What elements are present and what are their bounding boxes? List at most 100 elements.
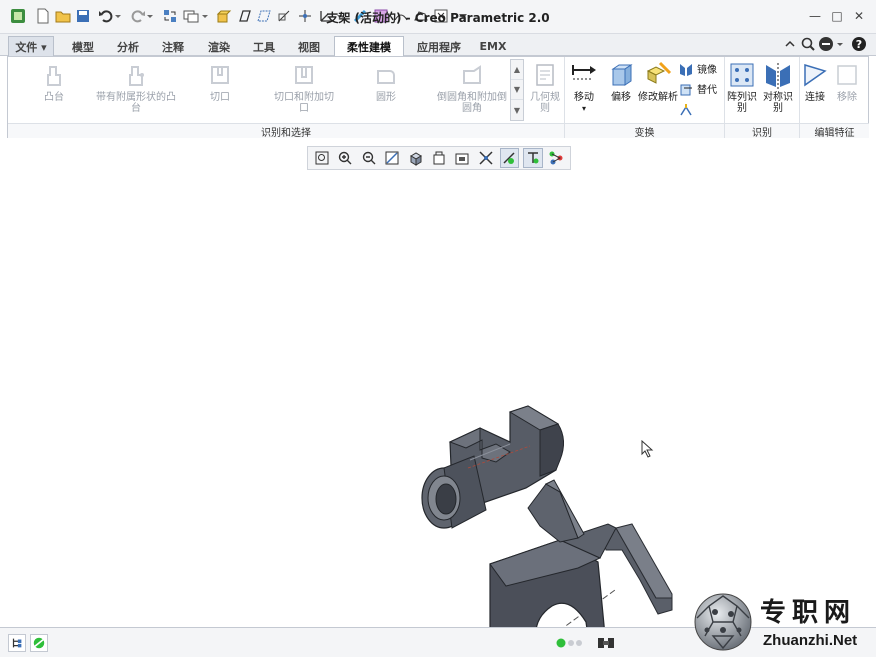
- gallery-scroll-up-icon[interactable]: ▲: [511, 60, 523, 80]
- mirror-button[interactable]: 镜像: [678, 62, 722, 78]
- annotation-display-icon[interactable]: [523, 148, 543, 168]
- attach-button[interactable]: 连接: [798, 61, 832, 103]
- search-icon[interactable]: [800, 36, 816, 52]
- boss-label: 凸台: [44, 92, 64, 103]
- bracket-3d-model[interactable]: [410, 400, 690, 657]
- chamfer-round-label: 倒圆角和附加倒圆角: [437, 92, 507, 114]
- ribbon-tab-strip: 文件 ▾ 模型 分析 注释 渲染 工具 视图 柔性建模 应用程序 EMX ?: [0, 34, 876, 57]
- display-style-icon[interactable]: [406, 148, 425, 168]
- pattern-recognition-button[interactable]: 阵列识别: [724, 61, 760, 114]
- tab-flexible-modeling[interactable]: 柔性建模: [334, 36, 404, 57]
- watermark-globe-logo: [694, 593, 752, 651]
- attach-label: 连接: [805, 92, 825, 103]
- tab-applications[interactable]: 应用程序: [406, 36, 472, 56]
- tab-file[interactable]: 文件 ▾: [8, 36, 54, 56]
- maximize-button[interactable]: □: [828, 8, 846, 24]
- mouse-cursor-icon: [641, 440, 654, 458]
- symmetry-recognition-button[interactable]: 对称识别: [760, 61, 796, 114]
- chamfer-round-icon: [463, 65, 481, 84]
- move-icon: [572, 65, 596, 80]
- mirror-icon: [680, 64, 692, 76]
- graphics-area[interactable]: [0, 172, 876, 653]
- tab-render[interactable]: 渲染: [196, 36, 242, 56]
- tab-model[interactable]: 模型: [60, 36, 106, 56]
- view-manager-icon[interactable]: [453, 148, 472, 168]
- refit-icon[interactable]: [312, 148, 331, 168]
- cut-icon: [211, 66, 229, 84]
- model-tree-toggle-icon[interactable]: [8, 634, 26, 652]
- edit-round-icon: [680, 104, 692, 116]
- spin-center-icon[interactable]: [499, 148, 520, 168]
- modify-analytic-button[interactable]: 修改解析: [638, 61, 678, 103]
- watermark-chinese-text: 专职网: [760, 598, 857, 628]
- offset-label: 偏移: [611, 92, 631, 103]
- boss-round-icon: [129, 66, 144, 86]
- symmetry-recognition-label: 对称识别: [763, 92, 793, 114]
- gallery-expand-icon[interactable]: ▼: [511, 100, 523, 120]
- help-icon[interactable]: ?: [851, 36, 867, 52]
- edit-feature-group-label: 编辑特征: [800, 123, 869, 139]
- move-label: 移动: [574, 92, 594, 103]
- cut-and-attached-cut-button[interactable]: 切口和附加切口: [272, 61, 336, 114]
- regeneration-status-icon: [555, 636, 585, 650]
- edit-round-button[interactable]: [678, 102, 698, 118]
- saved-orientations-icon[interactable]: [429, 148, 448, 168]
- title-bar: 支架 (活动的) - Creo Parametric 2.0 — □ ✕: [0, 0, 876, 34]
- modify-analytic-label: 修改解析: [638, 92, 678, 103]
- move-dropdown-icon[interactable]: ▾: [582, 103, 586, 114]
- round-button[interactable]: 圆形: [360, 61, 412, 103]
- offset-icon: [611, 64, 633, 86]
- move-button[interactable]: 移动 ▾: [566, 61, 602, 114]
- shape-gallery-scroller[interactable]: ▲ ▼ ▼: [510, 59, 524, 121]
- repaint-icon[interactable]: [382, 148, 401, 168]
- ribbon-panel: 凸台 带有附属形状的凸台 切口 切口和附加切口 圆形 倒圆角和附加倒圆角 ▲ ▼…: [7, 56, 869, 139]
- boss-icon: [47, 66, 61, 86]
- offset-button[interactable]: 偏移: [604, 61, 638, 103]
- gallery-scroll-down-icon[interactable]: ▼: [511, 80, 523, 100]
- recognition-group-label: 识别: [725, 123, 799, 139]
- symmetry-recognition-icon: [766, 63, 790, 89]
- tab-analysis[interactable]: 分析: [106, 36, 150, 56]
- tab-annotate[interactable]: 注释: [150, 36, 196, 56]
- close-button[interactable]: ✕: [850, 8, 868, 24]
- zhuanzhi-watermark: 专职网 Zhuanzhi.Net: [693, 590, 873, 654]
- minimize-ribbon-icon[interactable]: [782, 36, 798, 52]
- cut-attached-icon: [295, 66, 313, 84]
- tab-emx[interactable]: EMX: [472, 36, 514, 56]
- geometry-rule-icon: [536, 64, 554, 86]
- boss-with-round-button[interactable]: 带有附属形状的凸台: [96, 61, 176, 114]
- cut-button[interactable]: 切口: [194, 61, 246, 103]
- round-label: 圆形: [376, 92, 396, 103]
- tab-view[interactable]: 视图: [286, 36, 332, 56]
- cut-label: 切口: [210, 92, 230, 103]
- datum-display-filters-icon[interactable]: [476, 148, 495, 168]
- community-icon[interactable]: [818, 36, 834, 52]
- svg-text:?: ?: [856, 38, 862, 51]
- round-icon: [377, 70, 395, 84]
- boss-button[interactable]: 凸台: [28, 61, 80, 103]
- tab-tools[interactable]: 工具: [242, 36, 286, 56]
- window-title: 支架 (活动的) - Creo Parametric 2.0: [326, 11, 550, 25]
- browser-toggle-icon[interactable]: [30, 634, 48, 652]
- chamfer-round-button[interactable]: 倒圆角和附加倒圆角: [436, 61, 508, 114]
- pattern-recognition-label: 阵列识别: [727, 92, 757, 114]
- substitute-button[interactable]: 替代: [678, 82, 722, 98]
- find-icon[interactable]: [594, 634, 618, 652]
- zoom-in-icon[interactable]: [335, 148, 354, 168]
- pattern-recognition-icon: [730, 63, 754, 87]
- minimize-button[interactable]: —: [806, 8, 824, 24]
- transform-group-label: 变换: [565, 123, 724, 139]
- appearance-gallery-icon[interactable]: [547, 148, 566, 168]
- geometry-rule-label: 几何规则: [530, 92, 560, 114]
- graphics-toolbar: [307, 146, 571, 170]
- zoom-out-icon[interactable]: [359, 148, 378, 168]
- identify-select-group-label: 识别和选择: [8, 123, 564, 139]
- remove-button[interactable]: 移除: [830, 61, 864, 103]
- substitute-icon: [680, 84, 692, 96]
- community-dropdown-icon[interactable]: [836, 36, 844, 52]
- mirror-label: 镜像: [697, 64, 717, 76]
- boss-with-round-label: 带有附属形状的凸台: [96, 92, 176, 114]
- attach-icon: [804, 63, 827, 87]
- geometry-rule-button[interactable]: 几何规则: [528, 61, 562, 114]
- cut-and-attached-cut-label: 切口和附加切口: [274, 92, 334, 114]
